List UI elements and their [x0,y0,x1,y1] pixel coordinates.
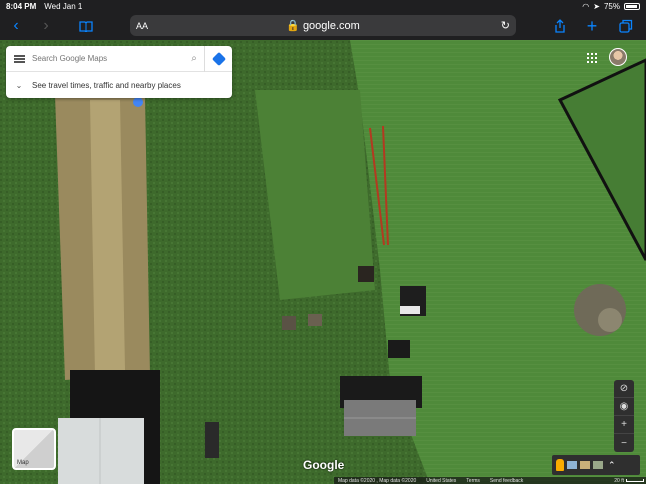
imagery-thumb-2[interactable] [580,461,590,469]
search-row: ⌕ [6,45,232,72]
chevron-left-icon[interactable]: ‹ [2,12,30,40]
pegman-icon[interactable] [556,459,564,471]
travel-times-text: See travel times, traffic and nearby pla… [32,80,181,90]
wifi-icon: ◠ [582,1,590,11]
url-text: 🔒 google.com [286,20,360,32]
scale-bar[interactable]: 20 ft [614,478,644,484]
imagery-thumb-3[interactable] [593,461,603,469]
search-input[interactable] [32,54,184,63]
browser-toolbar: ‹ › AA 🔒 google.com ↻ + [0,12,646,40]
directions-icon[interactable] [204,45,232,72]
google-logo: Google [303,458,345,472]
status-date: Wed Jan 1 [44,1,83,11]
region-label[interactable]: United States [426,478,456,484]
avatar[interactable] [609,48,627,66]
scale-label: 20 ft [614,477,624,484]
send-feedback-link[interactable]: Send feedback [490,478,523,484]
satellite-map[interactable]: ⌕ ⌄ See travel times, traffic and nearby… [0,40,646,484]
terms-link[interactable]: Terms [466,478,480,484]
map-footer: Map data ©2020 , Map data ©2020 United S… [334,477,646,484]
layer-label: Map [17,460,29,466]
menu-icon[interactable] [6,54,32,63]
imagery-thumb-1[interactable] [567,461,577,469]
zoom-in-button[interactable]: + [614,416,634,434]
reload-icon[interactable]: ↻ [501,19,510,32]
status-time: 8:04 PM [6,1,37,11]
chevron-right-icon[interactable]: › [32,12,60,40]
battery-level: 75% [603,1,620,11]
search-icon[interactable]: ⌕ [184,53,204,64]
expand-icon[interactable]: ⌃ [608,460,616,471]
share-icon[interactable] [546,12,574,40]
status-bar: 8:04 PM Wed Jan 1 ◠ ➤ 75% [0,0,646,12]
tabs-icon[interactable] [612,12,640,40]
apps-grid-icon[interactable] [587,53,597,63]
zoom-out-button[interactable]: − [614,434,634,452]
book-icon[interactable] [72,12,100,40]
street-view-bar: ⌃ [552,455,640,475]
status-right: ◠ ➤ 75% [582,2,640,11]
scale-line [626,479,644,482]
map-controls: ⊘ ◉ + − [614,380,634,452]
map-attribution: Map data ©2020 , Map data ©2020 [338,477,417,484]
travel-times-row[interactable]: ⌄ See travel times, traffic and nearby p… [6,72,232,98]
satellite-imagery [0,40,646,484]
battery-icon [624,2,640,10]
address-bar[interactable]: AA 🔒 google.com ↻ [130,15,516,36]
location-icon: ➤ [593,1,600,11]
plus-icon[interactable]: + [578,12,606,40]
maps-search-box: ⌕ ⌄ See travel times, traffic and nearby… [6,45,232,98]
chevron-down-icon: ⌄ [15,80,23,90]
layer-toggle-button[interactable]: Map [12,428,56,470]
compass-icon[interactable]: ⊘ [614,380,634,398]
my-location-icon[interactable]: ◉ [614,398,634,416]
